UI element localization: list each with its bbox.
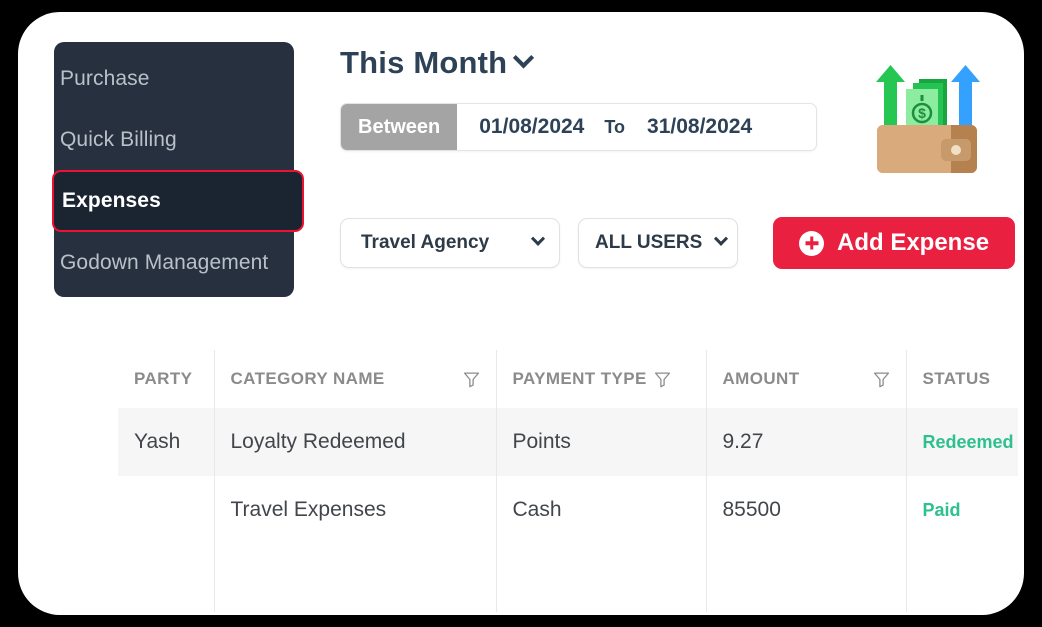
cell-payment-type: Cash [495, 476, 706, 544]
chevron-down-icon [513, 46, 535, 68]
header: This Month Between 01/08/2024 To 31/08/2… [328, 40, 817, 151]
sidebar: Purchase Quick Billing Expenses Godown M… [52, 42, 304, 297]
cell-status: Redeemed [905, 408, 1018, 476]
blue-arrow-up-icon [951, 65, 980, 125]
cell-party: Yash [118, 408, 214, 476]
agency-select-value: Travel Agency [361, 232, 490, 253]
column-header-label: PARTY [134, 369, 193, 388]
agency-select[interactable]: Travel Agency [340, 218, 560, 268]
chevron-down-icon [714, 231, 729, 246]
spacer-cell [495, 544, 706, 612]
date-from-value[interactable]: 01/08/2024 [457, 115, 584, 139]
table-row[interactable]: Travel Expenses Cash 85500 Paid [118, 476, 1018, 544]
add-expense-button-label: Add Expense [837, 229, 990, 256]
sidebar-item-label: Godown Management [60, 250, 269, 274]
column-header-label: AMOUNT [722, 369, 800, 388]
cell-category: Travel Expenses [213, 476, 496, 544]
add-expense-button[interactable]: Add Expense [773, 217, 1016, 269]
column-header-payment-type[interactable]: PAYMENT TYPE [495, 350, 706, 408]
period-label: This Month [340, 45, 508, 80]
cell-amount: 85500 [705, 476, 906, 544]
cell-status: Paid [905, 476, 1018, 544]
filter-bar: Travel Agency ALL USERS Add Expense [340, 217, 1016, 269]
sidebar-item-label: Expenses [62, 189, 161, 212]
period-selector[interactable]: This Month [328, 40, 817, 86]
column-header-label: STATUS [922, 369, 991, 388]
users-select-value: ALL USERS [595, 232, 703, 253]
cell-party [118, 476, 214, 544]
plus-circle-icon [799, 230, 824, 256]
app-card: Purchase Quick Billing Expenses Godown M… [18, 12, 1024, 615]
sidebar-item-purchase[interactable]: Purchase [54, 48, 294, 109]
date-range-mode-tag[interactable]: Between [341, 104, 458, 150]
column-header-label: PAYMENT TYPE [512, 369, 647, 388]
table-body: Yash Loyalty Redeemed Points 9.27 Redeem… [118, 408, 1018, 612]
column-header-party[interactable]: PARTY [118, 350, 214, 408]
sidebar-item-expenses[interactable]: Expenses [52, 170, 304, 232]
table-header: PARTY CATEGORY NAME PAYMENT TYPE AMOUNT … [118, 350, 1018, 408]
status-badge: Paid [922, 500, 961, 520]
spacer-cell [118, 544, 214, 612]
column-header-category-name[interactable]: CATEGORY NAME [213, 350, 496, 408]
date-range-field[interactable]: Between 01/08/2024 To 31/08/2024 [340, 103, 817, 151]
status-badge: Redeemed [922, 432, 1014, 452]
cell-amount: 9.27 [705, 408, 906, 476]
spacer-cell [213, 544, 496, 612]
date-to-value[interactable]: 31/08/2024 [625, 115, 752, 139]
svg-text:$: $ [918, 105, 926, 121]
table-row[interactable]: Yash Loyalty Redeemed Points 9.27 Redeem… [118, 408, 1018, 476]
chevron-down-icon [530, 231, 546, 246]
date-range-mode-label: Between [358, 115, 441, 138]
cell-payment-type: Points [495, 408, 706, 476]
filter-icon[interactable] [654, 371, 671, 388]
users-select[interactable]: ALL USERS [578, 218, 738, 268]
expenses-table: PARTY CATEGORY NAME PAYMENT TYPE AMOUNT … [118, 350, 1018, 612]
sidebar-item-quick-billing[interactable]: Quick Billing [54, 109, 294, 170]
sidebar-item-label: Quick Billing [60, 127, 177, 151]
wallet-with-money-icon: $ [876, 65, 980, 173]
table-footer-spacer [118, 544, 1018, 612]
green-arrow-up-icon [876, 65, 905, 125]
column-header-label: CATEGORY NAME [230, 369, 385, 388]
date-range-to-label: To [604, 116, 626, 137]
column-header-status[interactable]: STATUS [905, 350, 1018, 408]
sidebar-item-godown-management[interactable]: Godown Management [54, 232, 294, 293]
spacer-cell [705, 544, 906, 612]
table-header-row: PARTY CATEGORY NAME PAYMENT TYPE AMOUNT … [118, 350, 1018, 408]
cell-category: Loyalty Redeemed [213, 408, 496, 476]
filter-icon[interactable] [463, 371, 480, 388]
sidebar-item-label: Purchase [60, 66, 150, 90]
spacer-cell [905, 544, 1018, 612]
filter-icon[interactable] [873, 371, 890, 388]
column-header-amount[interactable]: AMOUNT [705, 350, 906, 408]
